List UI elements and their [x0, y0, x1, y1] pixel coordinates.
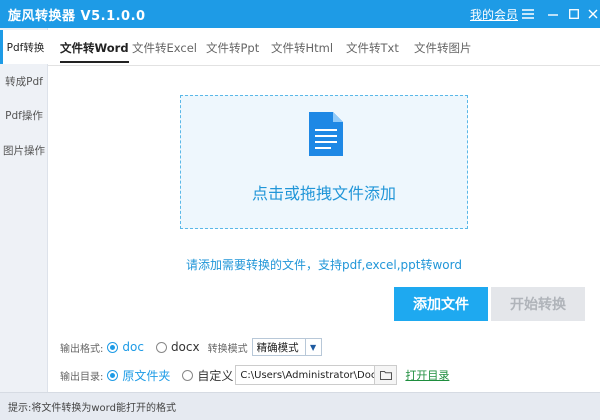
sidebar-item-pdf-operations[interactable]: Pdf操作 [0, 98, 48, 132]
output-directory-row: 输出目录: 原文件夹 自定义 打开目录 [60, 365, 449, 385]
output-format-label: 输出格式: [60, 343, 104, 355]
sidebar-item-pdf-convert[interactable]: Pdf转换 [0, 30, 48, 64]
sidebar: Pdf转换 转成Pdf Pdf操作 图片操作 [0, 28, 48, 392]
status-text: 提示:将文件转换为word能打开的格式 [8, 403, 176, 414]
supported-formats-hint: 请添加需要转换的文件，支持pdf,excel,ppt转word [186, 258, 462, 272]
drop-zone-text: 点击或拖拽文件添加 [251, 184, 396, 203]
sidebar-item-to-pdf[interactable]: 转成Pdf [0, 64, 48, 98]
format-doc-radio[interactable] [107, 341, 119, 353]
document-icon [309, 112, 343, 156]
menu-icon[interactable] [517, 0, 539, 28]
dropdown-arrow-icon: ▼ [304, 339, 321, 355]
custom-folder-radio[interactable] [182, 369, 194, 381]
original-folder-radio[interactable] [107, 369, 119, 381]
custom-folder-label[interactable]: 自定义 [197, 367, 233, 384]
browse-folder-button[interactable] [375, 365, 398, 385]
open-directory-link[interactable]: 打开目录 [405, 367, 449, 383]
app-title: 旋风转换器 V5.1.0.0 [8, 8, 146, 24]
sidebar-item-image-operations[interactable]: 图片操作 [0, 133, 48, 167]
file-drop-zone[interactable]: 点击或拖拽文件添加 [180, 95, 468, 229]
tab-file-to-excel[interactable]: 文件转Excel [132, 28, 197, 66]
start-conversion-button[interactable]: 开始转换 [491, 287, 585, 321]
output-format-row: 输出格式: doc docx 转换模式 精确模式 ▼ [60, 337, 322, 357]
conversion-mode-value: 精确模式 [256, 341, 299, 354]
format-docx-radio[interactable] [155, 341, 167, 353]
conversion-mode-select[interactable]: 精确模式 ▼ [251, 338, 322, 356]
output-directory-label: 输出目录: [60, 371, 104, 383]
tab-bar: 文件转Word 文件转Excel 文件转Ppt 文件转Html 文件转Txt 文… [48, 28, 600, 66]
format-doc-label[interactable]: doc [122, 340, 144, 354]
tab-file-to-html[interactable]: 文件转Html [271, 28, 333, 66]
status-bar: 提示:将文件转换为word能打开的格式 [0, 392, 600, 420]
close-icon[interactable] [582, 0, 600, 28]
tab-file-to-ppt[interactable]: 文件转Ppt [206, 28, 259, 66]
format-docx-label[interactable]: docx [171, 340, 200, 354]
title-bar: 旋风转换器 V5.1.0.0 我的会员 [0, 0, 600, 28]
tab-file-to-txt[interactable]: 文件转Txt [346, 28, 399, 66]
conversion-mode-label: 转换模式 [207, 343, 248, 355]
output-path-input[interactable] [235, 365, 376, 385]
tab-file-to-image[interactable]: 文件转图片 [414, 28, 472, 66]
minimize-icon[interactable] [542, 0, 564, 28]
tab-file-to-word[interactable]: 文件转Word [60, 28, 129, 66]
my-membership-link[interactable]: 我的会员 [470, 6, 518, 23]
add-file-button[interactable]: 添加文件 [394, 287, 488, 321]
folder-icon [379, 371, 392, 380]
original-folder-label[interactable]: 原文件夹 [122, 367, 170, 384]
